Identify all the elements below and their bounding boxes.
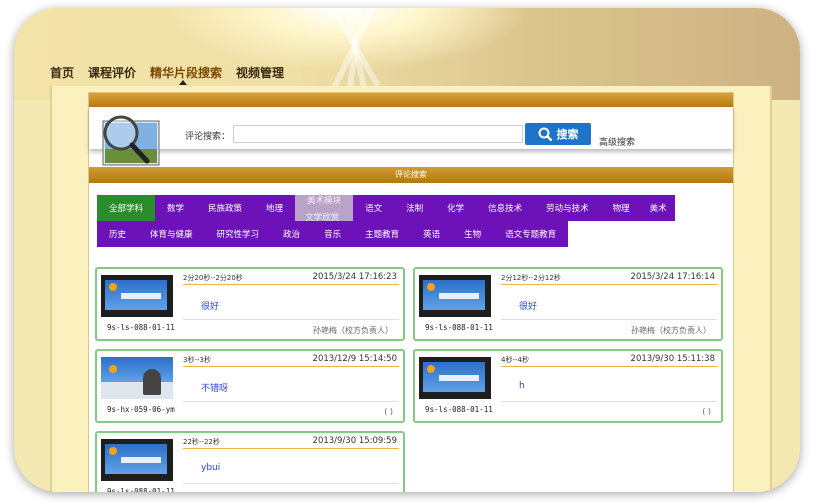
- subject-all[interactable]: 全部学科: [97, 195, 156, 221]
- subject-math[interactable]: 数学: [155, 195, 197, 221]
- card-divider: [183, 366, 399, 367]
- clip-time-range: 2分12秒--2分12秒: [501, 274, 561, 282]
- subject-history[interactable]: 历史: [97, 221, 139, 247]
- subject-popover-item[interactable]: 文学欣赏: [305, 211, 339, 223]
- comment-author: 孙艳梅（校方负责人）: [631, 326, 711, 335]
- top-gold-bar: [89, 93, 733, 107]
- card-line: [183, 319, 399, 320]
- comment-card[interactable]: 9s-hx-059-06-ym 3秒--3秒 2013/12/9 15:14:5…: [95, 349, 405, 423]
- search-label: 评论搜索：: [185, 132, 231, 142]
- card-line: [501, 319, 717, 320]
- comment-date: 2013/9/30 15:11:38: [630, 354, 715, 364]
- subject-filter: 全部学科 数学 民族政策 地理 美术模块 文学欣赏 语文 法制 化学 信息技术 …: [97, 195, 675, 247]
- subject-politics[interactable]: 政治: [271, 221, 313, 247]
- video-thumbnail[interactable]: [101, 439, 173, 481]
- video-code: 9s-ls-088-01-11: [107, 323, 175, 332]
- advanced-search-link[interactable]: 高级搜索: [599, 135, 635, 148]
- card-line: [501, 401, 717, 402]
- active-nav-indicator: [179, 80, 187, 85]
- video-thumbnail[interactable]: [101, 275, 173, 317]
- subject-art-module-label: 美术模块: [307, 196, 342, 206]
- video-thumbnail[interactable]: [419, 357, 491, 399]
- nav-video-manage[interactable]: 视频管理: [236, 64, 284, 81]
- subject-english[interactable]: 英语: [411, 221, 453, 247]
- clip-time-range: 2分20秒--2分20秒: [183, 274, 243, 282]
- comment-card[interactable]: 9s-ls-088-01-11 4秒--4秒 2013/9/30 15:11:3…: [413, 349, 723, 423]
- subject-art-module[interactable]: 美术模块 文学欣赏: [295, 195, 354, 223]
- card-line: [183, 483, 399, 484]
- subject-art[interactable]: 美术: [641, 195, 675, 221]
- subject-chemistry[interactable]: 化学: [435, 195, 477, 221]
- video-code: 9s-hx-059-06-ym: [107, 405, 175, 414]
- video-code: 9s-ls-088-01-11: [425, 405, 493, 414]
- comment-date: 2013/12/9 15:14:50: [312, 354, 397, 364]
- video-thumbnail[interactable]: [419, 275, 491, 317]
- video-code: 9s-ls-088-01-11: [107, 487, 175, 492]
- nav-home[interactable]: 首页: [50, 64, 74, 81]
- search-button-label: 搜索: [556, 128, 579, 141]
- subject-labor-tech[interactable]: 劳动与技术: [534, 195, 601, 221]
- app-window: 首页 课程评价 精华片段搜索 视频管理 评论搜索： 搜索 高级搜索 评论搜索 全…: [14, 8, 800, 492]
- list-header: 评论搜索: [89, 167, 733, 183]
- subject-law[interactable]: 法制: [394, 195, 436, 221]
- comment-text[interactable]: 很好: [201, 299, 219, 312]
- comment-author: ( ): [702, 407, 711, 416]
- magnifier-icon: [102, 115, 160, 166]
- subject-row-1: 全部学科 数学 民族政策 地理 美术模块 文学欣赏 语文 法制 化学 信息技术 …: [97, 195, 675, 223]
- main-panel: 评论搜索： 搜索 高级搜索 评论搜索 全部学科 数学 民族政策 地理 美术模块 …: [88, 92, 734, 492]
- main-nav: 首页 课程评价 精华片段搜索 视频管理: [50, 64, 284, 81]
- search-icon: [538, 127, 552, 141]
- comment-text[interactable]: h: [519, 381, 525, 391]
- comment-card[interactable]: 9s-ls-088-01-11 2分20秒--2分20秒 2015/3/24 1…: [95, 267, 405, 341]
- comment-card[interactable]: 9s-ls-088-01-11 2分12秒--2分12秒 2015/3/24 1…: [413, 267, 723, 341]
- subject-ethnic-policy[interactable]: 民族政策: [196, 195, 255, 221]
- subject-biology[interactable]: 生物: [452, 221, 494, 247]
- subject-pe-health[interactable]: 体育与健康: [138, 221, 205, 247]
- clip-time-range: 4秒--4秒: [501, 356, 529, 364]
- comment-card[interactable]: 9s-ls-088-01-11 22秒--22秒 2013/9/30 15:09…: [95, 431, 405, 492]
- subject-music[interactable]: 音乐: [312, 221, 354, 247]
- search-input[interactable]: [233, 125, 523, 143]
- comment-author: ( ): [384, 407, 393, 416]
- subject-chinese-special[interactable]: 语文专题教育: [493, 221, 569, 247]
- subject-theme-education[interactable]: 主题教育: [353, 221, 412, 247]
- search-button[interactable]: 搜索: [525, 123, 591, 145]
- clip-time-range: 3秒--3秒: [183, 356, 211, 364]
- comment-date: 2015/3/24 17:16:14: [630, 272, 715, 282]
- comment-date: 2015/3/24 17:16:23: [312, 272, 397, 282]
- subject-it[interactable]: 信息技术: [476, 195, 535, 221]
- card-divider: [501, 284, 717, 285]
- comment-author: 孙艳梅（校方负责人）: [313, 326, 393, 335]
- video-thumbnail[interactable]: [101, 357, 173, 399]
- subject-physics[interactable]: 物理: [600, 195, 642, 221]
- card-divider: [501, 366, 717, 367]
- subject-chinese[interactable]: 语文: [353, 195, 395, 221]
- card-divider: [183, 448, 399, 449]
- video-code: 9s-ls-088-01-11: [425, 323, 493, 332]
- subject-row-2: 历史 体育与健康 研究性学习 政治 音乐 主题教育 英语 生物 语文专题教育: [97, 221, 675, 247]
- comment-text[interactable]: 不错呀: [201, 381, 228, 394]
- comment-date: 2013/9/30 15:09:59: [312, 436, 397, 446]
- nav-highlight-search[interactable]: 精华片段搜索: [150, 64, 222, 81]
- subject-research-study[interactable]: 研究性学习: [204, 221, 272, 247]
- nav-course-eval[interactable]: 课程评价: [88, 64, 136, 81]
- comment-text[interactable]: ybui: [201, 463, 220, 473]
- card-divider: [183, 284, 399, 285]
- subject-geography[interactable]: 地理: [254, 195, 296, 221]
- clip-time-range: 22秒--22秒: [183, 438, 220, 446]
- comment-text[interactable]: 很好: [519, 299, 537, 312]
- card-line: [183, 401, 399, 402]
